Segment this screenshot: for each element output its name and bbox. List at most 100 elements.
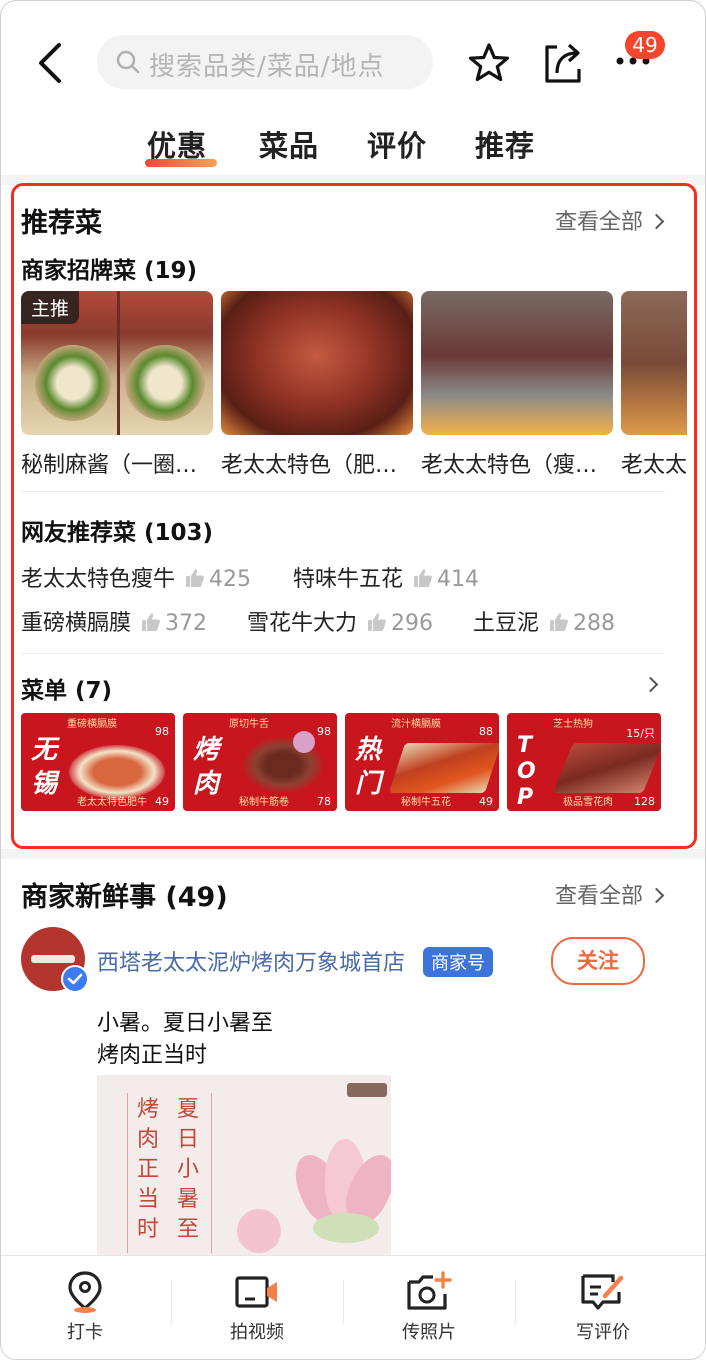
app-screen: 搜索品类/菜品/地点 49 优惠 菜品 评价 推荐 推荐菜 查看全部 商家招牌菜… — [0, 0, 706, 1360]
menu-card-price: 128 — [634, 795, 655, 808]
share-icon[interactable] — [541, 39, 585, 85]
menu-card-price: 49 — [479, 795, 493, 808]
menu-card-bottom-dish: 极品雪花肉 — [563, 797, 613, 808]
food-plate — [69, 745, 165, 799]
post-image[interactable]: 夏日小暑至 烤肉正当时 — [97, 1075, 391, 1271]
news-title: 商家新鲜事 (49) — [21, 882, 228, 913]
checkin-label: 打卡 — [67, 1322, 103, 1343]
favorite-star-icon[interactable] — [467, 41, 511, 85]
menu-card[interactable]: 烤肉 原切牛舌 98 秘制牛筋卷 78 — [183, 713, 337, 811]
netizen-dish[interactable]: 土豆泥 288 — [473, 605, 615, 637]
video-button[interactable]: 拍视频 — [197, 1270, 317, 1344]
menu-card[interactable]: 热门 流汁横膈膜 88 秘制牛五花 49 — [345, 713, 499, 811]
like-count: 425 — [209, 567, 252, 592]
menu-card-big-text: 烤肉 — [193, 735, 220, 799]
divider — [21, 491, 665, 492]
menu-card-list: 无锡 重磅横膈膜 98 老太太特色肥牛 49 烤肉 原切牛舌 98 秘制牛筋卷 … — [21, 713, 677, 811]
menu-card-price: 98 — [317, 725, 331, 738]
menu-card-price: 15/只 — [626, 727, 655, 740]
netizen-dish[interactable]: 重磅横膈膜 372 — [21, 605, 207, 637]
menu-card[interactable]: TOP1 芝士热狗 15/只 极品雪花肉 128 — [507, 713, 661, 811]
tab-reviews[interactable]: 评价 — [367, 123, 427, 165]
poster-logo — [347, 1083, 387, 1097]
dish-name: 老太太 — [621, 453, 687, 478]
back-arrow-icon[interactable] — [31, 39, 71, 87]
add-photo-icon — [407, 1271, 452, 1310]
menu-card-top-dish: 重磅横膈膜 — [67, 719, 117, 730]
flower-decoration — [293, 731, 315, 753]
notification-badge: 49 — [625, 31, 665, 59]
tab-recommend[interactable]: 推荐 — [475, 123, 535, 165]
netizen-dish[interactable]: 雪花牛大力 296 — [247, 605, 433, 637]
netizen-dish-name: 特味牛五花 — [293, 567, 404, 592]
netizen-dish[interactable]: 老太太特色瘦牛 425 — [21, 561, 251, 593]
food-plate — [552, 743, 661, 793]
divider — [343, 1280, 344, 1324]
like-count: 372 — [165, 611, 208, 636]
merchant-name-link[interactable]: 西塔老太太泥炉烤肉万象城首店 — [97, 945, 405, 977]
tab-dishes[interactable]: 菜品 — [259, 123, 319, 165]
write-review-icon — [581, 1274, 624, 1310]
menu-card-price: 88 — [479, 725, 493, 738]
chevron-right-icon — [648, 213, 665, 230]
verified-check-icon — [61, 965, 89, 993]
dish-image — [421, 291, 613, 435]
video-label: 拍视频 — [230, 1322, 284, 1343]
thumbs-up-icon — [368, 613, 386, 631]
menu-card-price: 98 — [155, 725, 169, 738]
menu-card-top-dish: 芝士热狗 — [553, 719, 593, 730]
signature-title: 商家招牌菜 (19) — [21, 258, 198, 284]
menu-title: 菜单 (7) — [21, 678, 113, 704]
search-icon — [116, 50, 140, 74]
menu-card-big-text: TOP1 — [517, 733, 536, 810]
view-all-label: 查看全部 — [555, 884, 644, 909]
merchant-tag-badge: 商家号 — [423, 947, 493, 977]
dish-card[interactable]: 主推 秘制麻酱（一圈… — [21, 291, 213, 479]
write-review-label: 写评价 — [576, 1322, 630, 1343]
dish-name: 老太太特色（肥… — [221, 453, 398, 478]
dish-image — [621, 291, 687, 435]
divider — [21, 653, 665, 654]
news-view-all[interactable]: 查看全部 — [555, 878, 665, 910]
dish-image — [221, 291, 413, 435]
menu-card-bottom-dish: 秘制牛筋卷 — [239, 797, 289, 808]
post-text-line: 小暑。夏日小暑至 — [97, 1011, 274, 1036]
chevron-right-icon — [648, 887, 665, 904]
dish-card[interactable]: 老太太 — [621, 291, 687, 479]
checkin-button[interactable]: 打卡 — [25, 1270, 145, 1344]
post-text-line: 烤肉正当时 — [97, 1043, 208, 1068]
menu-card[interactable]: 无锡 重磅横膈膜 98 老太太特色肥牛 49 — [21, 713, 175, 811]
dish-image: 主推 — [21, 291, 213, 435]
location-pin-icon — [68, 1271, 102, 1313]
thumbs-up-icon — [186, 569, 204, 587]
recommended-view-all[interactable]: 查看全部 — [555, 204, 665, 236]
lotus-illustration — [273, 1129, 391, 1249]
dish-card[interactable]: 老太太特色（瘦… — [421, 291, 613, 479]
netizen-dish-name: 老太太特色瘦牛 — [21, 567, 176, 592]
recommended-title: 推荐菜 — [21, 208, 102, 239]
section-divider — [1, 849, 705, 859]
thumbs-up-icon — [414, 569, 432, 587]
menu-card-bottom-dish: 老太太特色肥牛 — [77, 797, 147, 808]
signature-dish-list: 主推 秘制麻酱（一圈… 老太太特色（肥… 老太太特色（瘦… 老太太 — [21, 291, 687, 491]
video-camera-icon — [235, 1276, 277, 1308]
dish-card[interactable]: 老太太特色（肥… — [221, 291, 413, 479]
like-count: 296 — [391, 611, 434, 636]
bottom-action-bar: 打卡 拍视频 传照片 写评价 — [1, 1255, 705, 1359]
divider — [515, 1280, 516, 1324]
write-review-button[interactable]: 写评价 — [543, 1270, 663, 1344]
netizen-dish-name: 土豆泥 — [473, 611, 540, 636]
menu-card-top-dish: 流汁横膈膜 — [391, 719, 441, 730]
tab-bar: 优惠 菜品 评价 推荐 — [1, 121, 705, 177]
upload-photo-label: 传照片 — [402, 1322, 456, 1343]
active-tab-indicator — [145, 159, 217, 167]
netizen-dish[interactable]: 特味牛五花 414 — [293, 561, 479, 593]
top-bar: 搜索品类/菜品/地点 49 — [1, 1, 705, 121]
like-count: 288 — [573, 611, 616, 636]
search-placeholder: 搜索品类/菜品/地点 — [149, 52, 385, 82]
menu-card-top-dish: 原切牛舌 — [229, 719, 269, 730]
upload-photo-button[interactable]: 传照片 — [369, 1270, 489, 1344]
menu-card-big-text: 无锡 — [31, 735, 58, 799]
follow-button[interactable]: 关注 — [551, 937, 645, 985]
search-input[interactable]: 搜索品类/菜品/地点 — [97, 35, 433, 89]
